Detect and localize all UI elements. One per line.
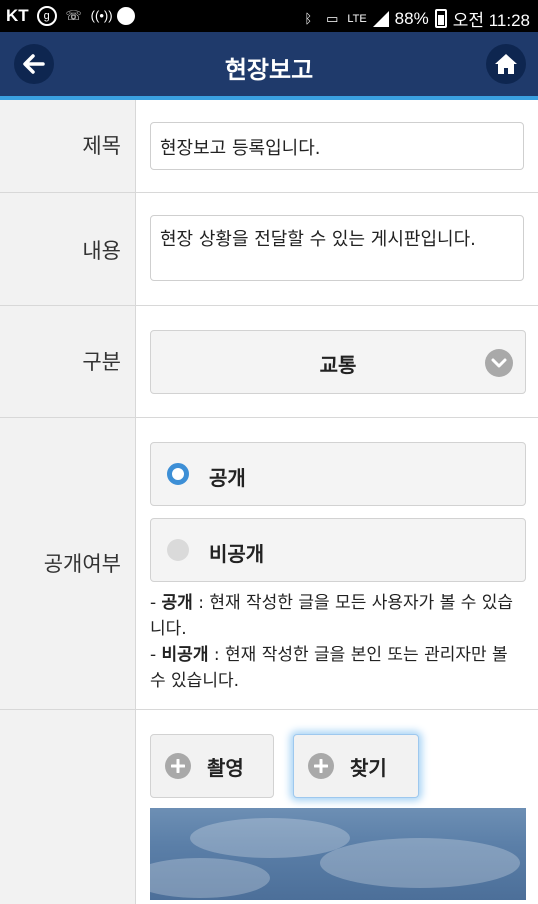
home-button[interactable] [486, 44, 526, 84]
g-icon: g [36, 6, 57, 26]
status-bar: KT g ☏ ((•)) ᛒ ▭ LTE 88% 오전 11:28 [0, 0, 538, 32]
visibility-label: 공개여부 [43, 552, 121, 576]
page-title: 현장보고 [224, 56, 314, 84]
capture-button-label: 촬영 [207, 755, 244, 780]
private-description: - 비공개 : 현재 작성한 글을 본인 또는 관리자만 볼 수 있습니다. [150, 645, 508, 691]
bluetooth-icon: ᛒ [304, 10, 313, 26]
plus-icon [308, 753, 334, 779]
radio-unselected-icon [167, 539, 189, 561]
visibility-description: - 공개 : 현재 작성한 글을 모든 사용자가 볼 수 있습니다. - 비공개… [150, 590, 528, 694]
content-row: 내용 현장 상황을 전달할 수 있는 게시판입니다. [0, 193, 538, 306]
category-label: 구분 [82, 350, 121, 374]
radio-public-label: 공개 [209, 466, 246, 490]
title-input[interactable]: 현장보고 등록입니다. [150, 122, 524, 170]
network-label: LTE [347, 12, 367, 25]
app-header: 현장보고 [0, 32, 538, 96]
attached-photo[interactable] [150, 808, 526, 900]
find-button-label: 찾기 [350, 755, 387, 780]
radio-private[interactable]: 비공개 [150, 518, 526, 582]
title-label: 제목 [82, 134, 121, 158]
visibility-row: 공개여부 공개 비공개 - 공개 : 현재 작성한 글을 모든 사용자가 볼 수… [0, 418, 538, 710]
content-label: 내용 [82, 239, 121, 263]
battery-percent: 88% [394, 8, 429, 28]
report-form: 제목 현장보고 등록입니다. 내용 현장 상황을 전달할 수 있는 게시판입니다… [0, 100, 538, 904]
category-select[interactable]: 교통 [150, 330, 526, 394]
signal-icon [372, 10, 389, 27]
notification-dot-icon [116, 7, 135, 25]
radio-private-label: 비공개 [209, 542, 265, 566]
vibrate-icon: ▭ [326, 10, 339, 26]
plus-icon [165, 753, 191, 779]
carrier-label: KT [6, 6, 29, 25]
content-textarea[interactable]: 현장 상황을 전달할 수 있는 게시판입니다. [150, 215, 524, 281]
category-selected-value: 교통 [319, 353, 357, 377]
title-row: 제목 현장보고 등록입니다. [0, 100, 538, 193]
chevron-down-icon [485, 349, 513, 377]
home-icon [495, 54, 517, 74]
capture-button[interactable]: 촬영 [150, 734, 274, 798]
wifi-call-icon: ☏ [65, 8, 82, 23]
radio-selected-icon [167, 463, 189, 485]
category-row: 구분 교통 [0, 306, 538, 418]
public-description: - 공개 : 현재 작성한 글을 모든 사용자가 볼 수 있습니다. [150, 593, 514, 639]
clock: 오전 11:28 [452, 11, 530, 30]
find-button[interactable]: 찾기 [293, 734, 419, 798]
radio-public[interactable]: 공개 [150, 442, 526, 506]
hotspot-icon: ((•)) [90, 8, 113, 23]
battery-icon [434, 9, 447, 28]
